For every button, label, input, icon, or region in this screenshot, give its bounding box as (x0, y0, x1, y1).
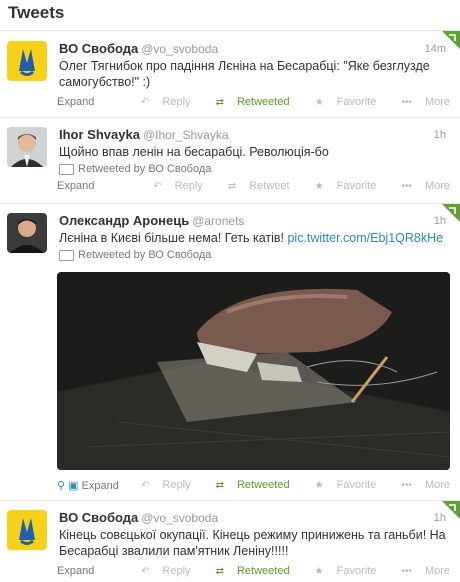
expand-link[interactable]: Expand (57, 565, 94, 577)
tweet-text: Олег Тягнибок про падіння Лєніна на Беса… (59, 59, 430, 89)
tweet-time[interactable]: 1h (434, 129, 446, 141)
more-button[interactable]: ••• More (390, 479, 450, 491)
avatar[interactable] (7, 127, 47, 167)
reply-button[interactable]: ↶ Reply (130, 565, 191, 577)
location-icon: ⚲ (57, 480, 66, 492)
retweet-icon: ⇄ (215, 480, 224, 491)
retweet-small-icon (59, 163, 74, 175)
retweeted-by[interactable]: Retweeted by ВО Свобода (59, 249, 211, 261)
tweet-author[interactable]: Олександр Аронець @aronets (59, 213, 244, 228)
star-icon: ★ (314, 181, 324, 192)
tweet-actions: ↶ Reply ⇄ Retweeted ★ Favorite ••• More (119, 96, 450, 108)
reply-button[interactable]: ↶ Reply (130, 479, 191, 491)
retweet-icon: ⇄ (215, 97, 224, 108)
favorite-button[interactable]: ★ Favorite (304, 96, 377, 108)
retweet-button[interactable]: ⇄ Retweeted (205, 479, 290, 491)
expand-link[interactable]: ⚲ ▣ Expand (57, 479, 119, 492)
pic-link[interactable]: pic.twitter.com/Ebj1QR8kHe (287, 231, 443, 245)
photo-icon: ▣ (68, 480, 79, 492)
tweet-actions: ↶ Reply ⇄ Retweeted ★ Favorite ••• More (119, 479, 450, 491)
tweet-item[interactable]: ВО Свобода @vo_svoboda 14m Олег Тягнибок … (0, 31, 460, 118)
tweet-text: Лєніна в Києві більше нема! Геть катів! … (59, 231, 444, 245)
reply-button[interactable]: ↶ Reply (142, 180, 203, 192)
star-icon: ★ (314, 97, 324, 108)
more-button[interactable]: ••• More (390, 180, 450, 192)
reply-button[interactable]: ↶ Reply (130, 96, 191, 108)
expand-link[interactable]: Expand (57, 96, 94, 108)
tweet-actions: ↶ Reply ⇄ Retweeted ★ Favorite ••• More (119, 565, 450, 577)
favorite-button[interactable]: ★ Favorite (304, 479, 377, 491)
avatar[interactable] (7, 510, 47, 550)
tweet-item[interactable]: Олександр Аронець @aronets 1h Лєніна в Ки… (0, 204, 460, 501)
avatar[interactable] (7, 213, 47, 253)
tweet-author[interactable]: ВО Свобода @vo_svoboda (59, 41, 218, 56)
tweet-photo[interactable] (57, 272, 450, 470)
reply-icon: ↶ (141, 566, 150, 577)
star-icon: ★ (314, 566, 324, 577)
avatar[interactable] (7, 41, 47, 81)
favorite-button[interactable]: ★ Favorite (304, 565, 377, 577)
retweet-small-icon (59, 249, 74, 261)
tweets-header: Tweets (0, 0, 460, 31)
more-button[interactable]: ••• More (390, 96, 450, 108)
expand-link[interactable]: Expand (57, 180, 94, 192)
retweeted-by[interactable]: Retweeted by ВО Свобода (59, 163, 211, 175)
tweet-item[interactable]: ВО Свобода @vo_svoboda 1h Кінець совєцько… (0, 501, 460, 582)
tweet-author[interactable]: Ihor Shvayka @Ihor_Shvayka (59, 127, 229, 142)
retweet-icon: ⇄ (215, 566, 224, 577)
page-title: Tweets (8, 3, 65, 22)
tweet-time[interactable]: 1h (434, 512, 446, 524)
favorite-button[interactable]: ★ Favorite (304, 180, 377, 192)
retweet-icon: ⇄ (227, 181, 237, 192)
reply-icon: ↶ (141, 97, 150, 108)
reply-icon: ↶ (141, 480, 150, 491)
tweet-text: Щойно впав ленін на бесарабці. Революція… (59, 145, 329, 159)
tweet-author[interactable]: ВО Свобода @vo_svoboda (59, 510, 218, 525)
more-icon: ••• (401, 480, 412, 491)
more-icon: ••• (401, 97, 412, 108)
retweet-button[interactable]: ⇄ Retweeted (205, 96, 290, 108)
tweet-time[interactable]: 14m (425, 43, 446, 55)
star-icon: ★ (314, 480, 324, 491)
reply-icon: ↶ (153, 181, 162, 192)
retweet-button[interactable]: ⇄ Retweet (217, 180, 290, 192)
tweet-item[interactable]: Ihor Shvayka @Ihor_Shvayka 1h Щойно впав … (0, 118, 460, 204)
tweet-actions: ↶ Reply ⇄ Retweet ★ Favorite ••• More (131, 180, 450, 192)
tweet-time[interactable]: 1h (434, 215, 446, 227)
retweet-button[interactable]: ⇄ Retweeted (205, 565, 290, 577)
more-icon: ••• (401, 566, 412, 577)
tweet-text: Кінець совєцької окупації. Кінець режиму… (59, 528, 446, 558)
more-button[interactable]: ••• More (390, 565, 450, 577)
more-icon: ••• (401, 181, 412, 192)
